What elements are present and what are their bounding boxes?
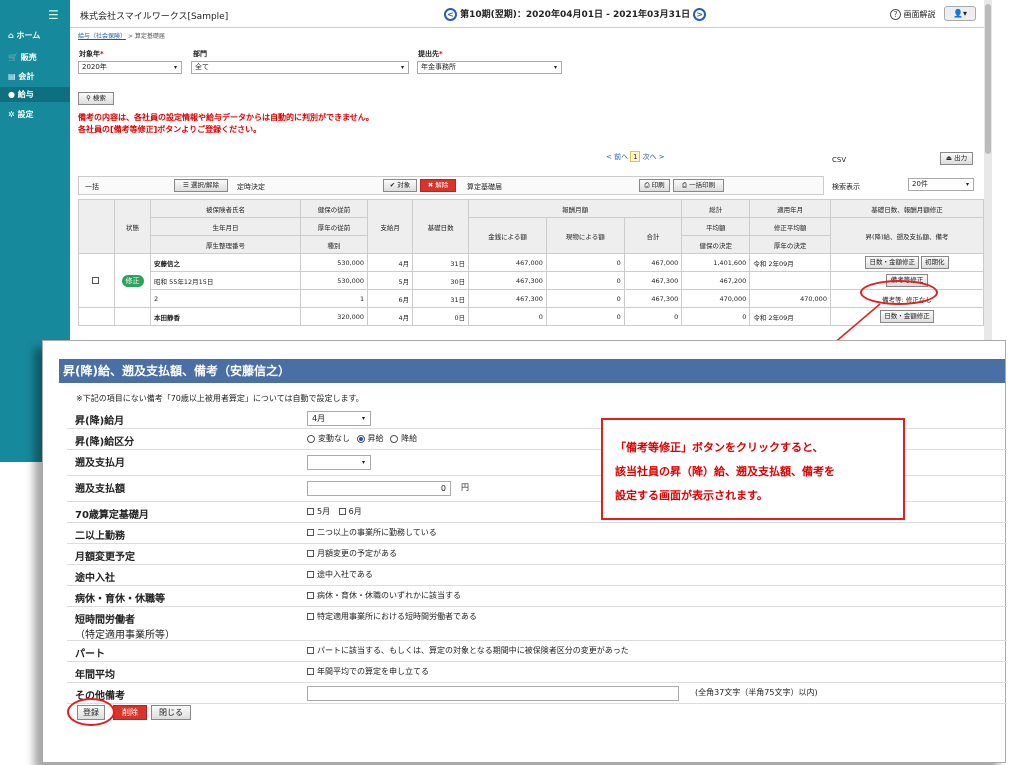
remarks-dialog: 昇(降)給、遡及支払額、備考（安藤信之） ※下記の項目にない備考「70歳以上被用…	[42, 340, 1007, 763]
sidebar-item-sales[interactable]: 🛒 販売	[8, 52, 37, 63]
pager-next[interactable]: 次へ >	[643, 153, 665, 161]
page-scrollbar[interactable]	[984, 0, 992, 340]
close-button[interactable]: 閉じる	[151, 705, 191, 720]
dest-label: 提出先*	[418, 50, 443, 58]
display-count-select[interactable]: 20件 ▾	[908, 178, 974, 191]
menu-icon[interactable]: ☰	[48, 8, 59, 22]
table-row: 昭和 55年12月15日 530,000 5月 30日 467,300 0 46…	[79, 271, 985, 290]
company-name: 株式会社スマイルワークス[Sample]	[80, 12, 229, 22]
year-label: 対象年*	[79, 50, 104, 58]
csv-export-button[interactable]: ⏏ 出力	[940, 152, 973, 165]
field-multi: 二以上勤務 二つ以上の事業所に勤務している	[67, 523, 1007, 544]
sidebar-item-payroll[interactable]: ● 給与	[0, 87, 70, 102]
bulk-label: 一括	[85, 183, 99, 191]
table-row: 修正 安藤信之 530,000 4月 31日 467,000 0 467,000…	[78, 253, 985, 308]
chevron-down-icon: ▾	[361, 415, 365, 422]
chevron-down-icon: ▾	[400, 64, 404, 71]
display-count-label: 検索表示	[832, 183, 860, 191]
home-icon: ⌂	[8, 31, 14, 40]
pager-prev[interactable]: < 前へ	[606, 153, 628, 161]
checkbox-leave[interactable]	[307, 592, 314, 599]
checkbox-multi[interactable]	[307, 529, 314, 536]
field-short: 短時間労働者 （特定適用事業所等） 特定適用事業所における短時間労働者である	[67, 607, 1007, 641]
period-nav: < 第10期(翌期)：2020年04月01日 - 2021年03月31日 >	[444, 7, 707, 21]
search-button[interactable]: ⚲ 検索	[78, 92, 114, 105]
checkbox-may[interactable]	[307, 508, 314, 515]
dept-label: 部門	[193, 50, 207, 58]
dialog-note: ※下記の項目にない備考「70歳以上被用者算定」については自動で設定します。	[76, 394, 364, 403]
chevron-down-icon: ▾	[965, 181, 969, 188]
cart-icon: 🛒	[8, 53, 18, 62]
checkbox-june[interactable]	[338, 508, 346, 515]
chevron-down-icon: ▾	[553, 64, 557, 71]
printer-icon: ⎙	[644, 181, 650, 189]
sidebar-item-home[interactable]: ⌂ ホーム	[8, 30, 40, 41]
decision-label: 定時決定	[237, 183, 265, 191]
delete-button[interactable]: 削除	[113, 705, 147, 720]
explanation-callout: 「備考等修正」ボタンをクリックすると、 該当社員の昇（降）給、遡及支払額、備考を…	[601, 418, 905, 520]
cancel-target-button[interactable]: ✖ 解除	[420, 179, 456, 192]
checkbox-annual[interactable]	[307, 668, 314, 675]
search-icon: ⚲	[86, 94, 91, 102]
status-badge: 修正	[121, 274, 144, 287]
row-checkbox[interactable]	[91, 277, 99, 284]
checkbox-midjoin[interactable]	[307, 571, 314, 578]
select-toggle-button[interactable]: ☰ 選択/解除	[174, 179, 228, 192]
dest-select[interactable]: 年金事務所 ▾	[417, 61, 562, 74]
user-icon: 👤▾	[953, 9, 967, 18]
checkbox-part[interactable]	[307, 647, 314, 654]
next-period-icon[interactable]: >	[693, 8, 707, 21]
user-menu-button[interactable]: 👤▾	[944, 6, 976, 21]
fix-amount-button[interactable]: 日数・金額修正	[865, 256, 919, 269]
retro-amount-input[interactable]: 0	[307, 481, 451, 496]
year-select[interactable]: 2020年 ▾	[78, 61, 182, 74]
raise-month-select[interactable]: 4月 ▾	[307, 411, 371, 426]
breadcrumb: 給与（社会保険） > 算定基礎届	[78, 33, 165, 40]
reset-button[interactable]: 初期化	[921, 256, 949, 269]
help-link[interactable]: ? 画面解説	[890, 9, 936, 20]
retro-month-select[interactable]: ▾	[307, 455, 371, 470]
pager-current[interactable]: 1	[630, 151, 641, 162]
dept-select[interactable]: 全て ▾	[191, 61, 409, 74]
field-leave: 病休・育休・休職等 病休・育休・休職のいずれかに該当する	[67, 586, 1007, 607]
csv-label: CSV	[832, 156, 847, 164]
radio-lower[interactable]	[390, 434, 399, 443]
chevron-down-icon: ▾	[361, 459, 365, 466]
gear-icon: ✲	[8, 110, 15, 119]
radio-no-change[interactable]	[307, 434, 315, 443]
field-annual: 年間平均 年間平均での算定を申し立てる	[67, 662, 1007, 683]
print-button[interactable]: ⎙ 印刷	[639, 179, 670, 192]
upload-icon: ⏏	[945, 154, 953, 162]
breadcrumb-payroll-link[interactable]: 給与（社会保険）	[78, 33, 126, 40]
prev-period-icon[interactable]: <	[444, 8, 457, 21]
dialog-title: 昇(降)給、遡及支払額、備考（安藤信之）	[59, 359, 1005, 383]
sidebar-item-accounting[interactable]: ▤ 会計	[8, 71, 34, 82]
field-other: その他備考 (全角37文字（半角75文字）以内)	[67, 683, 1007, 704]
warning-message: 備考の内容は、各社員の設定情報や給与データからは自動的に判別ができません。 各社…	[78, 113, 374, 134]
list-icon: ☰	[182, 181, 189, 189]
period-label: 第10期(翌期)：2020年04月01日 - 2021年03月31日	[460, 10, 691, 20]
checkbox-short[interactable]	[307, 613, 314, 620]
target-button[interactable]: ✔ 対象	[383, 179, 417, 192]
field-part: パート パートに該当する、もしくは、算定の対象となる期間中に被保険者区分の変更が…	[67, 641, 1007, 662]
ledger-icon: ▤	[8, 72, 16, 81]
chevron-down-icon: ▾	[173, 64, 177, 71]
field-monthly-change: 月額変更予定 月額変更の予定がある	[67, 544, 1007, 565]
pagination: < 前へ 1 次へ >	[606, 151, 665, 162]
other-remarks-input[interactable]	[307, 686, 679, 701]
bulk-print-button[interactable]: ⎙ 一括印刷	[673, 179, 724, 192]
money-bag-icon: ●	[8, 90, 15, 99]
radio-raise[interactable]	[356, 434, 365, 443]
table-header-row: 状態 被保険者氏名 健保の従前 支給月 基礎日数 報酬月額 総計 適用年月 基礎…	[78, 199, 985, 254]
printer-icon: ⎙	[681, 181, 688, 189]
question-icon: ?	[890, 9, 901, 20]
doc-label: 算定基礎届	[467, 183, 502, 191]
top-bar: 株式会社スマイルワークス[Sample] < 第10期(翌期)：2020年04月…	[70, 0, 984, 28]
checkbox-monthly-change[interactable]	[307, 550, 314, 557]
scrollbar-thumb[interactable]	[985, 4, 991, 154]
highlight-ring	[67, 698, 115, 726]
sidebar-item-settings[interactable]: ✲ 設定	[8, 109, 34, 120]
field-midjoin: 途中入社 途中入社である	[67, 565, 1007, 586]
